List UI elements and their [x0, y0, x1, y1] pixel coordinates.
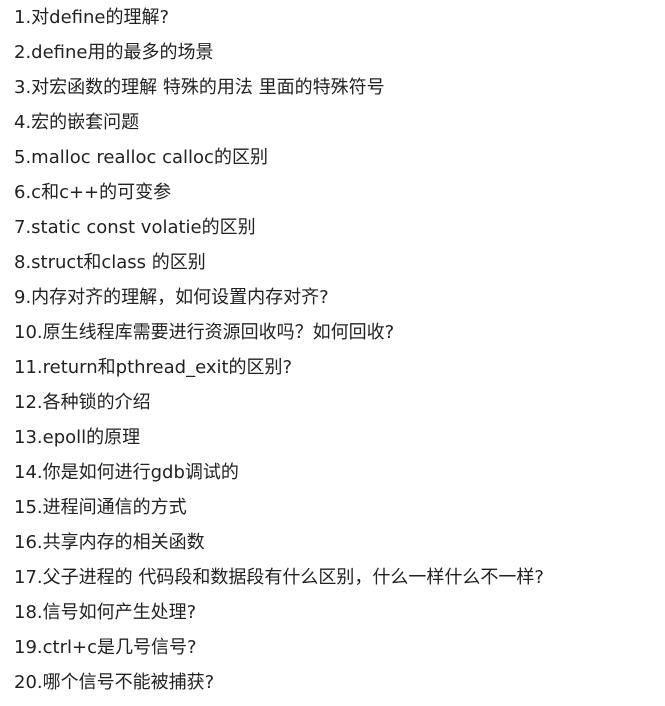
question-item: 1.对define的理解? — [14, 7, 170, 28]
question-item: 6.c和c++的可变参 — [14, 182, 172, 203]
question-item: 4.宏的嵌套问题 — [14, 112, 140, 133]
question-item: 17.父子进程的 代码段和数据段有什么区别，什么一样什么不一样? — [14, 567, 544, 588]
question-item: 20.哪个信号不能被捕获? — [14, 672, 215, 693]
question-item: 14.你是如何进行gdb调试的 — [14, 462, 239, 483]
question-item: 16.共享内存的相关函数 — [14, 532, 205, 553]
question-item: 19.ctrl+c是几号信号? — [14, 637, 197, 658]
question-item: 13.epoll的原理 — [14, 427, 141, 448]
question-item: 8.struct和class 的区别 — [14, 252, 206, 273]
question-item: 2.define用的最多的场景 — [14, 42, 214, 63]
question-item: 7.static const volatie的区别 — [14, 217, 256, 238]
question-item: 15.进程间通信的方式 — [14, 497, 187, 518]
question-list: 1.对define的理解? 2.define用的最多的场景 3.对宏函数的理解 … — [14, 0, 654, 700]
question-item: 10.原生线程库需要进行资源回收吗？如何回收? — [14, 322, 395, 343]
question-item: 11.return和pthread_exit的区别? — [14, 357, 293, 378]
question-item: 12.各种锁的介绍 — [14, 392, 151, 413]
question-item: 5.malloc realloc calloc的区别 — [14, 147, 268, 168]
question-item: 9.内存对齐的理解，如何设置内存对齐? — [14, 287, 329, 308]
question-item: 18.信号如何产生处理? — [14, 602, 197, 623]
question-item: 3.对宏函数的理解 特殊的用法 里面的特殊符号 — [14, 77, 385, 98]
